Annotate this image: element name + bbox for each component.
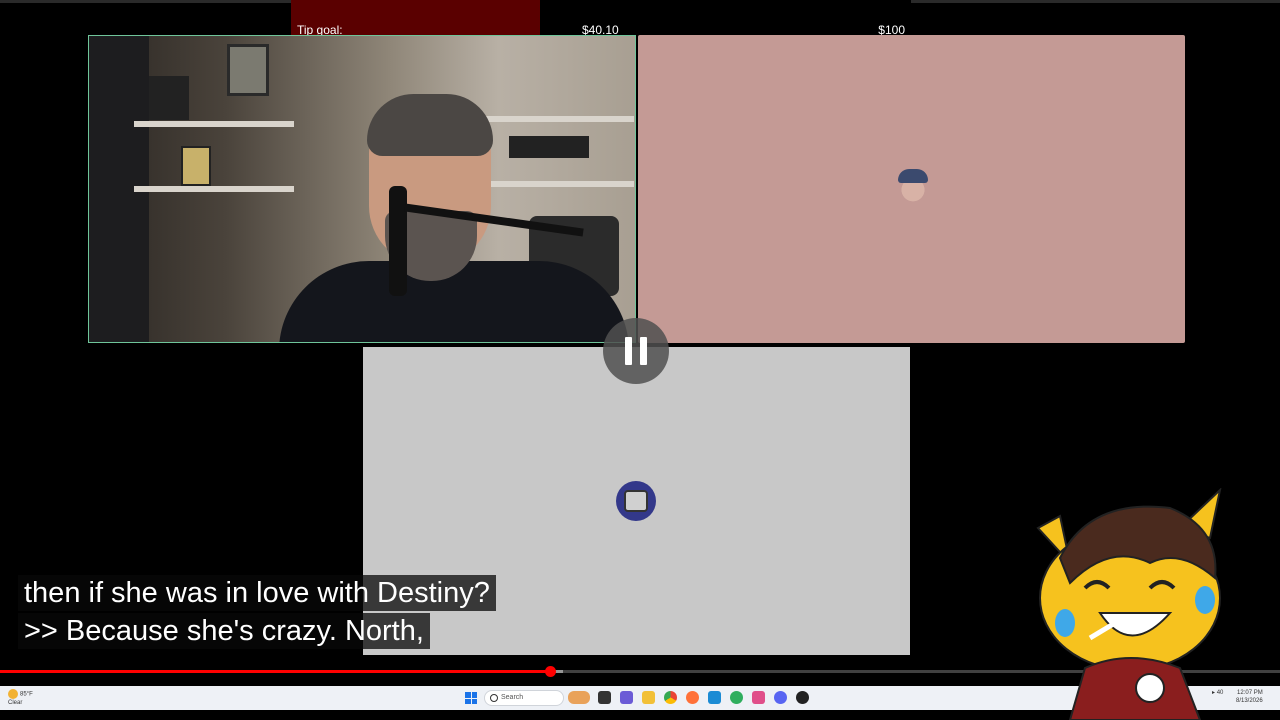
webcam-frame-object <box>149 76 189 120</box>
caption-line-2: >> Because she's crazy. North, <box>18 613 430 649</box>
weather-description: Clear <box>8 700 23 706</box>
video-progress-fill <box>0 670 551 673</box>
webcam-shelf <box>134 121 294 127</box>
laughing-cat-mascot <box>1036 488 1222 720</box>
taskbar-search-box[interactable]: Search <box>484 690 564 706</box>
webcam-video-tile[interactable] <box>88 35 636 343</box>
streamer-hair <box>367 94 493 156</box>
participant-avatar-icon <box>616 481 656 521</box>
search-icon <box>490 694 498 702</box>
pause-icon <box>625 337 632 365</box>
discord-icon[interactable] <box>774 691 787 704</box>
taskbar-clock[interactable]: 12:07 PM 8/13/2026 <box>1236 689 1263 705</box>
pause-icon <box>640 337 647 365</box>
weather-temperature: 85°F <box>20 691 33 698</box>
participant-video-tile-pink[interactable] <box>638 35 1185 343</box>
caption-line-1: then if she was in love with Destiny? <box>18 575 496 611</box>
firefox-icon[interactable] <box>686 691 699 704</box>
webcam-shelf <box>474 181 634 187</box>
clock-time: 12:07 PM <box>1237 690 1263 696</box>
widget-icon[interactable] <box>568 691 590 704</box>
clock-date: 8/13/2026 <box>1236 698 1263 704</box>
participant-avatar <box>896 167 930 205</box>
webcam-shelf <box>474 116 634 122</box>
webcam-shelf-item <box>509 136 589 158</box>
pause-button[interactable] <box>603 318 669 384</box>
windows-start-icon[interactable] <box>465 692 477 704</box>
chrome-icon[interactable] <box>664 691 677 704</box>
webcam-picture-frame <box>227 44 269 96</box>
task-view-icon[interactable] <box>598 691 611 704</box>
webcam-photo-frame <box>181 146 211 186</box>
game-icon[interactable] <box>796 691 809 704</box>
app-icon[interactable] <box>730 691 743 704</box>
photos-icon[interactable] <box>752 691 765 704</box>
sun-icon <box>8 689 18 699</box>
microphone <box>389 186 407 296</box>
edge-icon[interactable] <box>708 691 721 704</box>
video-scrubber-handle[interactable] <box>545 666 557 677</box>
webcam-shelf <box>134 186 294 192</box>
weather-widget[interactable]: 85°F Clear <box>8 689 58 707</box>
folder-icon[interactable] <box>642 691 655 704</box>
teams-icon[interactable] <box>620 691 633 704</box>
search-placeholder: Search <box>501 694 524 701</box>
